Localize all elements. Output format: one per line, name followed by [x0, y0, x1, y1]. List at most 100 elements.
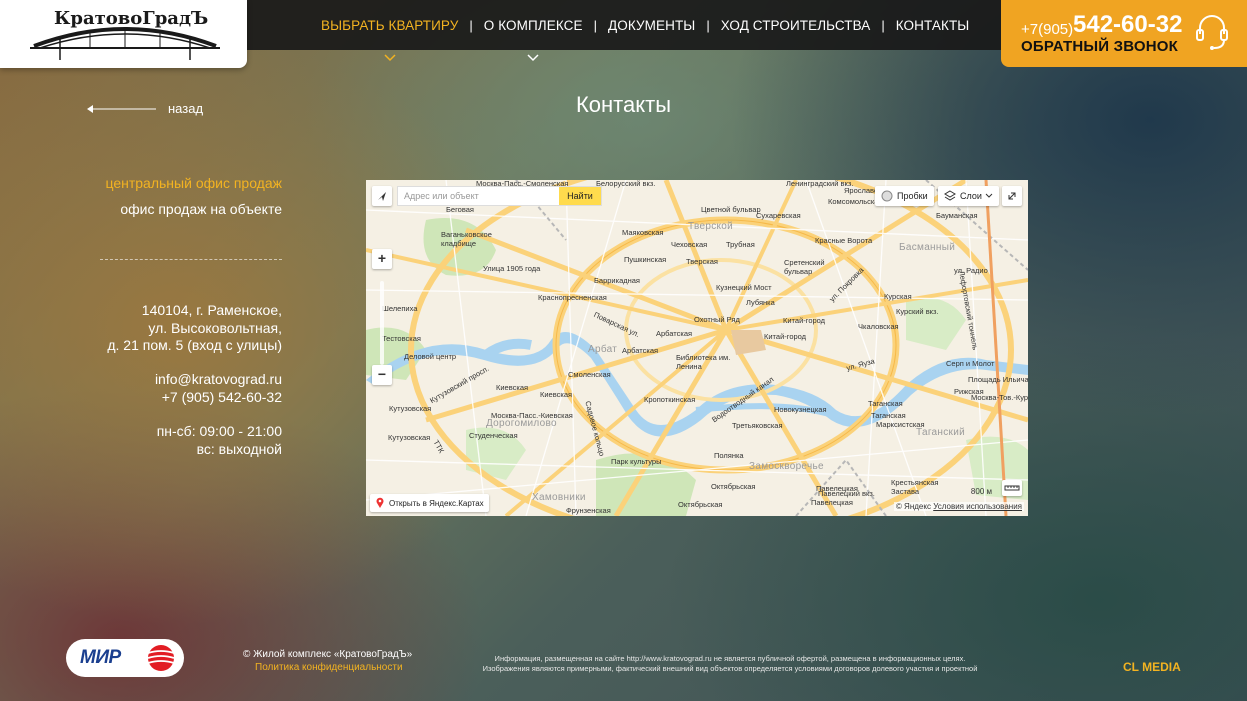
map-label: Арбатская — [656, 329, 693, 338]
site-logo[interactable]: КратовоГрадЪ — [0, 0, 247, 68]
map-scale: 800 м — [971, 487, 992, 496]
map-search-button[interactable]: Найти — [559, 187, 601, 205]
traffic-label: Пробки — [897, 191, 928, 201]
map-label: Пушкинская — [624, 255, 667, 264]
address-line: 140104, г. Раменское, — [141, 302, 282, 318]
map-label: Деловой центр — [404, 352, 457, 361]
map-label: Москва-Тов.-Курская — [971, 393, 1028, 402]
nav-contacts[interactable]: КОНТАКТЫ — [885, 18, 981, 33]
disclaimer-line: Информация, размещенная на сайте http://… — [494, 654, 966, 663]
map-label: Краснопресненская — [538, 293, 607, 302]
location-arrow-icon — [378, 192, 386, 201]
hours-block: пн-сб: 09:00 - 21:00 вс: выходной — [157, 423, 282, 458]
map-label: Белорусский вкз. — [596, 180, 656, 188]
page-title: Контакты — [575, 92, 672, 117]
map-label: Баррикадная — [594, 276, 640, 285]
map-copyright: © Яндекс Условия использования — [893, 502, 1024, 511]
tab-central-office[interactable]: центральный офис продаж — [105, 175, 282, 191]
map-label: Кузнецкий Мост — [716, 283, 772, 292]
map-district: Басманный — [899, 242, 956, 253]
map-search-input[interactable]: Адрес или объект — [398, 187, 559, 205]
map-label: Тестовская — [382, 334, 421, 343]
map-label: Кутузовская — [389, 404, 432, 413]
map-label: Цветной бульвар — [701, 205, 761, 214]
footer-copyright: © Жилой комплекс «КратовоГрадЪ» — [243, 649, 413, 660]
zoom-out-button[interactable]: − — [372, 365, 392, 385]
phone-number[interactable]: 542-60-32 — [1073, 11, 1182, 39]
map-label: Киевская — [496, 383, 529, 392]
ruler-button[interactable] — [1002, 480, 1022, 496]
globe-logo-icon — [147, 645, 175, 671]
map-district: Дорогомилово — [486, 418, 557, 429]
nav-label: ДОКУМЕНТЫ — [608, 17, 696, 33]
footer-disclaimer: Информация, размещенная на сайте http://… — [430, 654, 1030, 673]
nav-label: ХОД СТРОИТЕЛЬСТВА — [720, 17, 871, 33]
yandex-map[interactable]: Москва-Пасс.-Смоленская Белорусский вкз.… — [366, 180, 1028, 516]
fullscreen-button[interactable] — [1002, 186, 1022, 206]
traffic-icon — [881, 190, 893, 202]
map-label: Фрунзенская — [566, 506, 611, 515]
phone-prefix: +7(905) — [1021, 21, 1074, 38]
email-link[interactable]: info@kratovograd.ru — [155, 371, 282, 389]
terms-link[interactable]: Условия использования — [933, 502, 1022, 511]
partner-logo[interactable]: МИР — [66, 639, 184, 677]
map-label: Бауманская — [936, 211, 978, 220]
address-line: д. 21 пом. 5 (вход с улицы) — [107, 337, 282, 353]
map-label: Павелецкий вкз. — [818, 489, 875, 498]
chevron-down-icon — [384, 53, 396, 61]
open-in-yandex-maps-button[interactable]: Открыть в Яндекс.Картах — [370, 494, 489, 512]
expand-icon — [1008, 192, 1016, 200]
nav-documents[interactable]: ДОКУМЕНТЫ — [597, 18, 706, 33]
map-label: Маяковская — [622, 228, 664, 237]
map-label: Парк культуры — [611, 457, 662, 466]
map-label: Лубянка — [746, 298, 775, 307]
map-label: Курский вкз. — [896, 307, 939, 316]
nav-construction[interactable]: ХОД СТРОИТЕЛЬСТВА — [710, 18, 882, 33]
map-district: Арбат — [588, 344, 618, 355]
phone-link[interactable]: +7 (905) 542-60-32 — [155, 389, 282, 407]
nav-choose-apartment[interactable]: ВЫБРАТЬ КВАРТИРУ — [310, 18, 469, 61]
tab-site-office[interactable]: офис продаж на объекте — [120, 201, 282, 217]
map-label: Студенческая — [469, 431, 518, 440]
ruler-icon — [1004, 485, 1020, 491]
layers-icon — [944, 190, 956, 201]
chevron-down-icon — [527, 53, 539, 61]
partner-logo-text: МИР — [80, 647, 121, 668]
map-label: Сухаревская — [756, 211, 801, 220]
bridge-logo-icon — [30, 27, 220, 60]
map-label: Библиотека им. Ленина — [676, 353, 731, 371]
geolocation-button[interactable] — [372, 186, 392, 206]
layers-button[interactable]: Слои — [938, 186, 999, 206]
map-label: Тверская — [686, 257, 718, 266]
map-label: Киевская — [540, 390, 573, 399]
callback-button[interactable]: ОБРАТНЫЙ ЗВОНОК — [1021, 38, 1178, 55]
map-label: Чкаловская — [858, 322, 899, 331]
zoom-slider[interactable] — [380, 281, 384, 365]
main-nav: ВЫБРАТЬ КВАРТИРУ | О КОМПЛЕКСЕ | ДОКУМЕН… — [310, 0, 981, 61]
nav-about[interactable]: О КОМПЛЕКСЕ — [473, 18, 594, 61]
scale-label: 800 м — [970, 487, 992, 496]
map-label: Чеховская — [671, 240, 708, 249]
map-label: Таганская — [868, 399, 903, 408]
map-label: Серп и Молот — [946, 359, 995, 368]
map-label: Улица 1905 года — [483, 264, 541, 273]
zoom-in-button[interactable]: + — [372, 249, 392, 269]
developer-logo[interactable]: CL MEDIA — [1123, 660, 1181, 674]
hours-weekdays: пн-сб: 09:00 - 21:00 — [156, 423, 282, 439]
map-label: Китай-город — [783, 316, 826, 325]
map-label: Охотный Ряд — [694, 315, 740, 324]
map-label: Крестьянская Застава — [891, 478, 939, 496]
map-label: Ваганьковское кладбище — [441, 230, 492, 248]
map-label: Октябрьская — [711, 482, 756, 491]
map-label: Китай-город — [764, 332, 807, 341]
map-label: Павелецкая — [811, 498, 853, 507]
map-label: Сретенский бульвар — [784, 258, 825, 276]
map-label: Третьяковская — [732, 421, 783, 430]
map-label: Октябрьская — [678, 500, 723, 509]
yandex-copyright: © Яндекс — [895, 502, 931, 511]
map-label: Трубная — [726, 240, 755, 249]
privacy-link[interactable]: Политика конфиденциальности — [255, 662, 403, 673]
address-block: 140104, г. Раменское, ул. Высоковольтная… — [107, 302, 282, 355]
callback-box[interactable]: +7(905) 542-60-32 ОБРАТНЫЙ ЗВОНОК — [1001, 0, 1247, 67]
traffic-button[interactable]: Пробки — [875, 186, 934, 206]
